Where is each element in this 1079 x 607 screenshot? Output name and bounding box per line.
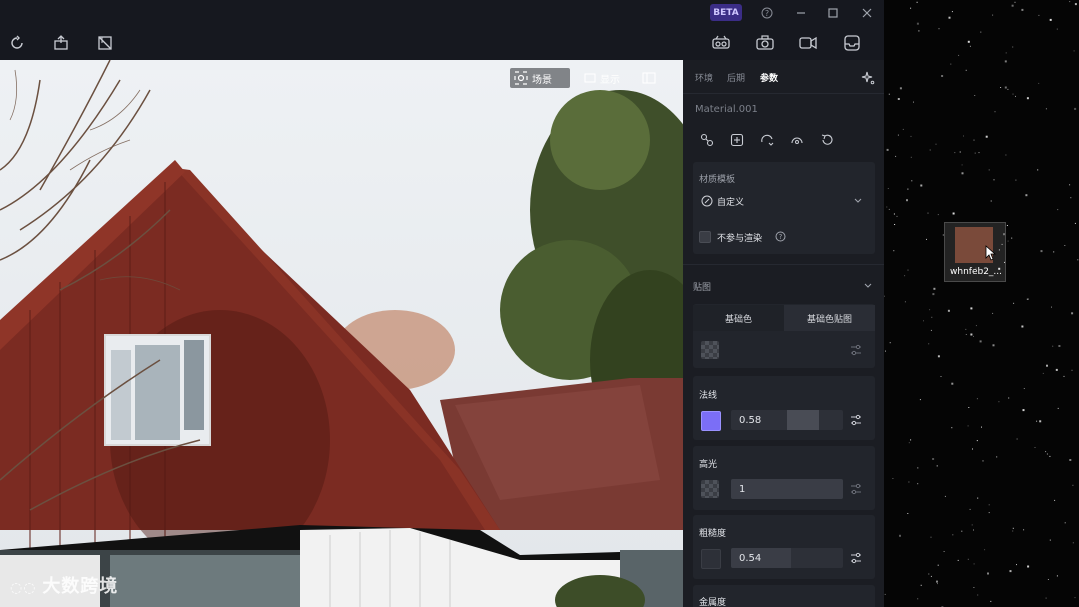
sliders-icon[interactable] (849, 343, 863, 357)
svg-text:?: ? (765, 9, 769, 18)
scene-chip[interactable]: 场景 (510, 68, 570, 88)
roughness-field[interactable]: 0.54 (731, 548, 843, 568)
scene-label: 场景 (532, 74, 552, 86)
material-name: Material.001 (695, 104, 758, 115)
sparkle-icon[interactable] (861, 70, 875, 89)
subtab-base-color-map[interactable]: 基础色贴图 (784, 305, 875, 331)
roughness-value: 0.54 (739, 552, 762, 564)
watermark-text: 大数跨境 (42, 576, 119, 597)
subtab-base-color[interactable]: 基础色 (693, 305, 784, 331)
exclude-render-label: 不参与渲染 (717, 234, 763, 244)
video-icon[interactable] (797, 32, 819, 54)
app-window: BETA ? 场景 显示 环境 后期 参数 Material.001 材质模板 … (0, 0, 884, 607)
watermark: ◌◌ 大数跨境 (10, 572, 118, 598)
exclude-render-checkbox[interactable] (699, 231, 711, 243)
specular-value: 1 (739, 483, 746, 495)
tab-post[interactable]: 后期 (727, 71, 745, 84)
metallic-label: 金属度 (699, 598, 727, 607)
normal-map-thumb[interactable] (701, 411, 721, 431)
template-box: 材质模板 自定义 不参与渲染 ? (693, 162, 875, 254)
display-label: 显示 (600, 74, 620, 86)
normal-value: 0.58 (739, 414, 762, 426)
display-icon (584, 73, 596, 83)
close-icon[interactable] (858, 4, 876, 22)
maps-title: 贴图 (693, 283, 712, 293)
mouse-cursor-icon (985, 245, 997, 261)
display-chip[interactable]: 显示 (584, 68, 620, 88)
vr-icon[interactable] (710, 32, 732, 54)
file-name: whnfeb2_... (950, 267, 1002, 277)
desktop-background (884, 0, 1079, 607)
roughness-label: 粗糙度 (699, 529, 727, 539)
render-viewport[interactable]: 场景 显示 (0, 60, 683, 607)
material-link-icon[interactable] (697, 130, 717, 150)
template-dropdown[interactable]: 自定义 (693, 188, 875, 214)
template-title: 材质模板 (699, 175, 736, 185)
base-color-map-thumb[interactable] (701, 341, 719, 359)
specular-label: 高光 (699, 460, 718, 470)
roughness-box (693, 515, 875, 579)
sliders-icon[interactable] (849, 482, 863, 496)
toolbar (0, 26, 884, 61)
roughness-map-thumb[interactable] (701, 549, 721, 569)
layout-icon[interactable] (642, 68, 656, 88)
chevron-down-icon[interactable] (863, 281, 873, 291)
specular-map-thumb[interactable] (701, 480, 719, 498)
normal-strength-field[interactable]: 0.58 (731, 410, 843, 430)
help-icon[interactable]: ? (758, 4, 776, 22)
material-add-icon[interactable] (727, 130, 747, 150)
camera-icon[interactable] (754, 32, 776, 54)
divider (683, 264, 884, 265)
normal-label: 法线 (699, 391, 718, 401)
panel-tabs: 环境 后期 参数 (683, 60, 884, 94)
svg-text:?: ? (779, 233, 783, 241)
refresh-icon[interactable] (6, 32, 28, 54)
template-selected: 自定义 (717, 198, 745, 208)
maximize-icon[interactable] (824, 4, 842, 22)
inbox-icon[interactable] (841, 32, 863, 54)
focus-icon (514, 71, 528, 85)
title-bar: BETA ? (0, 0, 884, 26)
beta-badge: BETA (710, 4, 742, 21)
sliders-icon[interactable] (849, 551, 863, 565)
watermark-icon: ◌◌ (10, 580, 43, 596)
tab-environment[interactable]: 环境 (695, 71, 713, 84)
desktop-noise (884, 1, 1079, 607)
minimize-icon[interactable] (792, 4, 810, 22)
frame-icon[interactable] (94, 32, 116, 54)
custom-icon (701, 195, 713, 207)
import-icon[interactable] (50, 32, 72, 54)
help-circle-icon[interactable]: ? (775, 231, 786, 242)
material-palette-icon[interactable] (787, 130, 807, 150)
desktop-file[interactable]: whnfeb2_... (944, 222, 1006, 282)
tab-params[interactable]: 参数 (760, 71, 778, 84)
properties-panel: 环境 后期 参数 Material.001 材质模板 自定义 不参与渲染 ? 贴… (683, 60, 884, 607)
specular-box (693, 446, 875, 510)
chevron-down-icon (854, 198, 862, 203)
material-reset-icon[interactable] (817, 130, 837, 150)
specular-field[interactable]: 1 (731, 479, 843, 499)
sliders-icon[interactable] (849, 413, 863, 427)
scene-render (0, 60, 683, 607)
material-sync-icon[interactable] (757, 130, 777, 150)
